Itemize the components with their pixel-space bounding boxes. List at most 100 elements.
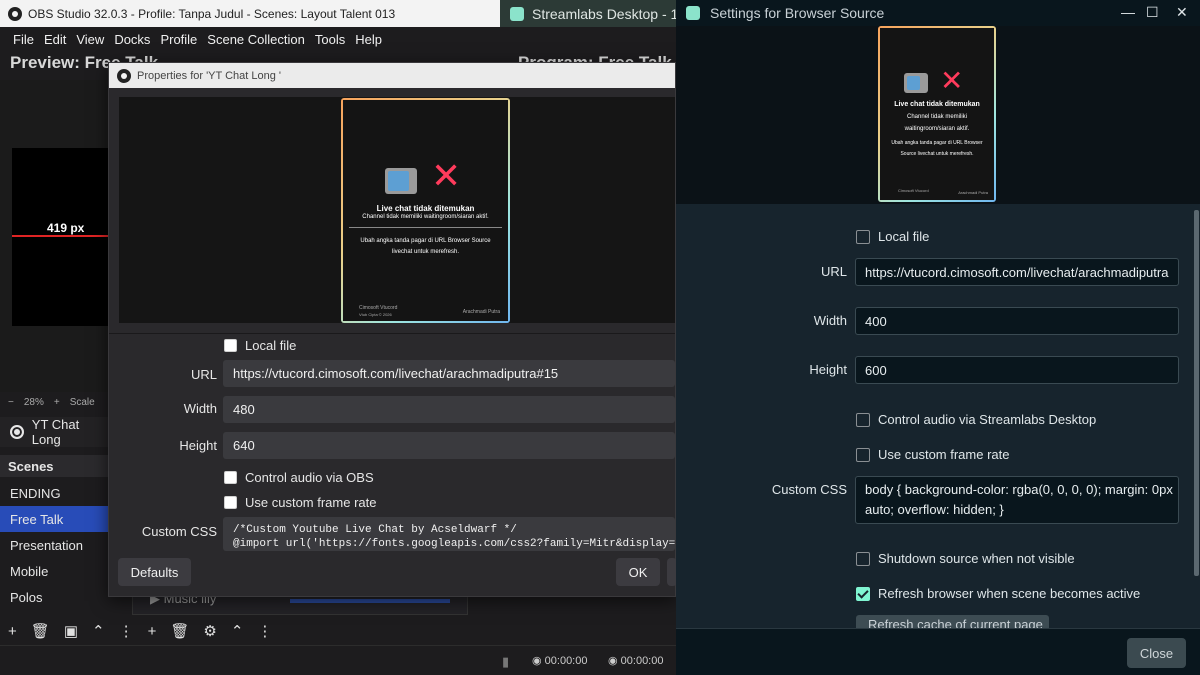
selected-source-row[interactable]: YT Chat Long bbox=[0, 417, 110, 447]
menu-scene-collection[interactable]: Scene Collection bbox=[202, 32, 310, 47]
minimize-icon[interactable]: — bbox=[1121, 4, 1135, 20]
control-audio-row[interactable]: Control audio via OBS bbox=[224, 470, 374, 485]
sl-shutdown-row[interactable]: Shutdown source when not visible bbox=[856, 551, 1075, 566]
streamlabs-taskbar-tab[interactable]: Streamlabs Desktop - 1.1 bbox=[500, 0, 676, 27]
sl-refresh-cache-button[interactable]: Refresh cache of current page bbox=[856, 615, 1049, 628]
sl-refresh-row[interactable]: Refresh browser when scene becomes activ… bbox=[856, 586, 1140, 601]
properties-titlebar: Properties for 'YT Chat Long ' bbox=[109, 63, 675, 88]
sl-refresh-label: Refresh browser when scene becomes activ… bbox=[878, 586, 1141, 601]
sl-custom-fps-checkbox[interactable] bbox=[856, 447, 870, 462]
remove-scene-icon[interactable]: 🗑 bbox=[31, 622, 50, 640]
chat-card-inner: ✕ Live chat tidak ditemukan Channel tida… bbox=[343, 100, 508, 321]
source-settings-icon[interactable]: ⚙ bbox=[203, 622, 216, 640]
scene-item-free-talk[interactable]: Free Talk bbox=[0, 506, 110, 532]
scene-item-polos[interactable]: Polos bbox=[0, 584, 110, 610]
scenes-header: Scenes bbox=[0, 455, 110, 477]
sl-local-file-row[interactable]: Local file bbox=[856, 229, 929, 244]
menu-tools[interactable]: Tools bbox=[310, 32, 350, 47]
status-bar: ▮ ◉ 00:00:00 ◉ 00:00:00 bbox=[0, 645, 676, 675]
streamlabs-settings-window: Settings for Browser Source — ☐ ✕ ✕ Live… bbox=[676, 0, 1200, 675]
menu-profile[interactable]: Profile bbox=[155, 32, 202, 47]
menu-help[interactable]: Help bbox=[350, 32, 387, 47]
x-icon: ✕ bbox=[940, 64, 964, 97]
width-field[interactable]: 480 bbox=[223, 396, 675, 423]
sl-refresh-cache-label: Refresh cache of current page bbox=[868, 617, 1043, 628]
zoom-out-button[interactable]: − bbox=[8, 397, 14, 408]
streamlabs-tab-label: Streamlabs Desktop - 1.1 bbox=[532, 5, 676, 22]
add-source-icon[interactable]: + bbox=[148, 623, 157, 640]
properties-dialog: Properties for 'YT Chat Long ' ✕ Live ch… bbox=[108, 62, 677, 597]
local-file-checkbox[interactable] bbox=[224, 339, 237, 352]
streamlabs-icon bbox=[686, 6, 700, 20]
obs-titlebar: OBS Studio 32.0.3 - Profile: Tanpa Judul… bbox=[0, 0, 500, 27]
settings-scrollbar[interactable] bbox=[1194, 210, 1199, 576]
measure-line bbox=[12, 235, 112, 237]
card-author-small: Arachmadi Putra bbox=[958, 190, 988, 195]
zoom-in-button[interactable]: + bbox=[54, 397, 60, 408]
card-subtitle-small: Channel tidak memiliki waitingroom/siara… bbox=[904, 114, 970, 132]
chat-card-inner-small: ✕ Live chat tidak ditemukan Channel tida… bbox=[880, 28, 994, 200]
stream-time-value: 00:00:00 bbox=[620, 655, 664, 667]
custom-fps-label: Use custom frame rate bbox=[245, 495, 377, 510]
chat-card-preview-small: ✕ Live chat tidak ditemukan Channel tida… bbox=[878, 26, 996, 202]
custom-css-field[interactable]: /*Custom Youtube Live Chat by Acseldwarf… bbox=[223, 517, 675, 551]
sl-local-file-checkbox[interactable] bbox=[856, 229, 870, 244]
width-label: Width bbox=[183, 401, 217, 416]
custom-css-label: Custom CSS bbox=[141, 524, 217, 539]
sl-control-audio-row[interactable]: Control audio via Streamlabs Desktop bbox=[856, 412, 1096, 427]
remove-source-icon[interactable]: 🗑 bbox=[170, 622, 189, 640]
scene-item-mobile[interactable]: Mobile bbox=[0, 558, 110, 584]
control-audio-checkbox[interactable] bbox=[224, 471, 237, 484]
menubar: File Edit View Docks Profile Scene Colle… bbox=[0, 27, 676, 52]
sl-custom-fps-row[interactable]: Use custom frame rate bbox=[856, 447, 1010, 462]
sl-refresh-checkbox[interactable] bbox=[856, 586, 870, 601]
obs-logo-icon bbox=[117, 68, 131, 83]
x-icon: ✕ bbox=[431, 156, 462, 197]
zoom-bar: − 28% + Scale bbox=[0, 393, 110, 411]
maximize-icon[interactable]: ☐ bbox=[1146, 4, 1159, 21]
ok-button[interactable]: OK bbox=[616, 558, 660, 586]
card-title-small: Live chat tidak ditemukan bbox=[894, 101, 980, 108]
close-button[interactable]: Close bbox=[1127, 638, 1186, 668]
url-field[interactable]: https://vtucord.cimosoft.com/livechat/ar… bbox=[223, 360, 675, 387]
css-line-1: /*Custom Youtube Live Chat by Acseldwarf… bbox=[233, 524, 517, 536]
card-brand-small: Cimosoft Vtucord bbox=[898, 188, 929, 193]
sl-url-label: URL bbox=[820, 264, 847, 279]
source-more-icon[interactable]: ⋮ bbox=[257, 622, 272, 640]
menu-docks[interactable]: Docks bbox=[109, 32, 155, 47]
card-divider bbox=[349, 227, 502, 228]
obs-logo-icon bbox=[8, 6, 22, 21]
add-scene-icon[interactable]: + bbox=[8, 623, 17, 640]
streamlabs-icon bbox=[510, 6, 524, 21]
custom-fps-checkbox[interactable] bbox=[224, 496, 237, 509]
menu-view[interactable]: View bbox=[71, 32, 109, 47]
measure-label: 419 px bbox=[47, 221, 85, 235]
sl-control-audio-checkbox[interactable] bbox=[856, 412, 870, 427]
sl-shutdown-checkbox[interactable] bbox=[856, 551, 870, 566]
zoom-level: 28% bbox=[23, 396, 44, 408]
preview-source-box[interactable] bbox=[12, 148, 112, 326]
menu-edit[interactable]: Edit bbox=[39, 32, 71, 47]
chat-card-preview: ✕ Live chat tidak ditemukan Channel tida… bbox=[341, 98, 510, 323]
sl-control-audio-label: Control audio via Streamlabs Desktop bbox=[878, 412, 1097, 427]
move-up-icon[interactable]: ⌃ bbox=[92, 622, 105, 640]
source-up-icon[interactable]: ⌃ bbox=[231, 622, 244, 640]
scene-item-ending[interactable]: ENDING bbox=[0, 480, 110, 506]
sl-url-field[interactable]: https://vtucord.cimosoft.com/livechat/ar… bbox=[855, 258, 1179, 286]
local-file-row[interactable]: Local file bbox=[224, 338, 296, 353]
scale-label: Scale bbox=[69, 396, 95, 408]
height-field[interactable]: 640 bbox=[223, 432, 675, 459]
sl-custom-css-field[interactable]: body { background-color: rgba(0, 0, 0, 0… bbox=[855, 476, 1179, 524]
custom-fps-row[interactable]: Use custom frame rate bbox=[224, 495, 377, 510]
sl-height-field[interactable]: 600 bbox=[855, 356, 1179, 384]
settings-title: Settings for Browser Source bbox=[710, 5, 885, 21]
sl-width-field[interactable]: 400 bbox=[855, 307, 1179, 335]
audio-volume-meter[interactable] bbox=[290, 599, 450, 603]
card-author: Arachmadi Putra bbox=[462, 309, 500, 315]
defaults-button[interactable]: Defaults bbox=[118, 558, 191, 586]
close-icon[interactable]: ✕ bbox=[1176, 4, 1188, 21]
more-icon[interactable]: ⋮ bbox=[119, 622, 134, 640]
scene-filter-icon[interactable]: ▣ bbox=[64, 622, 78, 640]
scene-item-presentation[interactable]: Presentation bbox=[0, 532, 110, 558]
menu-file[interactable]: File bbox=[8, 32, 39, 47]
